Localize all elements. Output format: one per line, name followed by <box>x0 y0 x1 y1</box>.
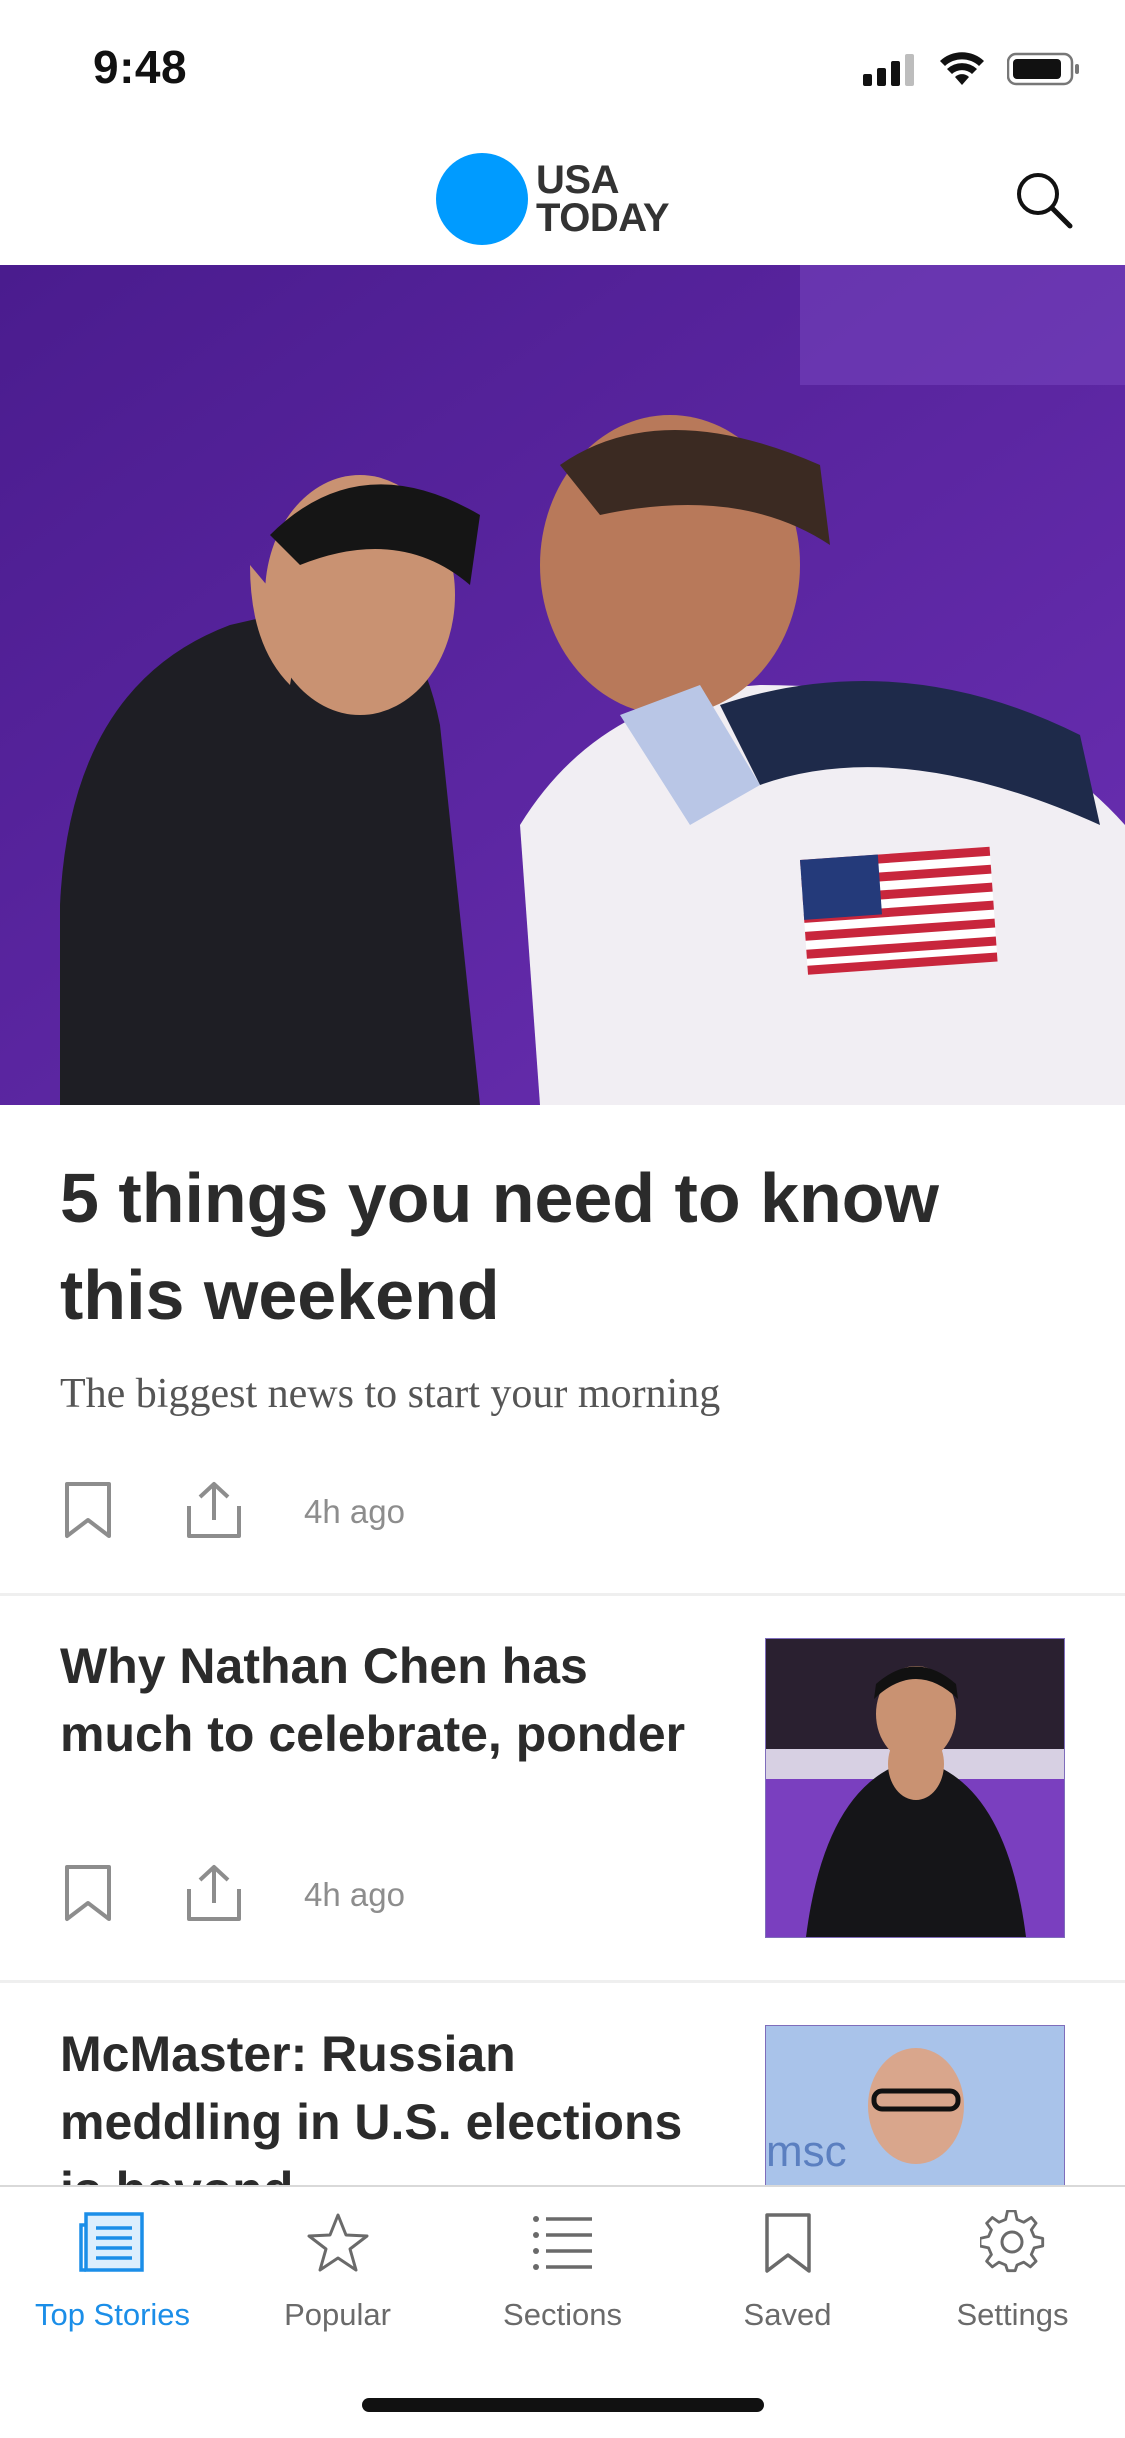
thumbnail-text: msc <box>766 2127 847 2176</box>
gear-icon <box>977 2207 1049 2279</box>
hero-headline[interactable]: 5 things you need to know this weekend <box>60 1150 1080 1344</box>
wifi-icon <box>939 52 985 91</box>
tab-top-stories[interactable]: Top Stories <box>0 2207 225 2333</box>
tab-label: Sections <box>503 2297 622 2332</box>
bookmark-icon <box>63 1480 113 1545</box>
bookmark-icon <box>752 2207 824 2279</box>
hero-bookmark-button[interactable] <box>58 1480 118 1544</box>
search-button[interactable] <box>1011 167 1077 233</box>
bookmark-icon <box>63 1863 113 1928</box>
story-share-button[interactable] <box>184 1863 244 1927</box>
newspaper-icon <box>77 2207 149 2279</box>
hero-actions: 4h ago <box>58 1480 405 1544</box>
story-actions: 4h ago <box>58 1863 405 1927</box>
divider <box>0 1980 1125 1983</box>
story-title[interactable]: Why Nathan Chen has much to celebrate, p… <box>60 1632 700 1768</box>
logo-line-today: TODAY <box>536 196 670 240</box>
story-bookmark-button[interactable] <box>58 1863 118 1927</box>
hero-story-image[interactable] <box>0 265 1125 1105</box>
battery-icon <box>1006 52 1081 91</box>
app-header: USA TODAY <box>0 135 1125 266</box>
logo-circle <box>436 153 528 245</box>
status-time: 9:48 <box>93 41 188 93</box>
status-icons <box>863 52 1081 91</box>
logo-text: USA TODAY <box>536 158 670 240</box>
hero-photo <box>0 265 1125 1105</box>
status-bar: 9:48 <box>0 0 1125 135</box>
story-thumbnail[interactable] <box>765 1638 1065 1938</box>
tab-label: Settings <box>956 2297 1069 2332</box>
hero-share-button[interactable] <box>184 1480 244 1544</box>
home-indicator[interactable] <box>362 2398 764 2412</box>
story-time-ago: 4h ago <box>304 1876 405 1913</box>
usa-today-logo[interactable]: USA TODAY <box>436 153 670 245</box>
divider <box>0 1593 1125 1596</box>
tab-sections[interactable]: Sections <box>450 2207 675 2333</box>
star-icon <box>302 2207 374 2279</box>
story-thumbnail-image <box>766 1639 1064 1937</box>
tab-label: Top Stories <box>34 2297 191 2332</box>
tab-saved[interactable]: Saved <box>675 2207 900 2333</box>
logo-line-usa: USA <box>536 158 619 202</box>
tab-settings[interactable]: Settings <box>900 2207 1125 2333</box>
share-icon <box>185 1480 243 1545</box>
tab-label: Popular <box>284 2297 391 2332</box>
share-icon <box>185 1863 243 1928</box>
list-icon <box>527 2207 599 2279</box>
hero-time-ago: 4h ago <box>304 1493 405 1530</box>
tab-label: Saved <box>743 2297 832 2332</box>
search-icon <box>1011 173 1077 237</box>
hero-subtitle: The biggest news to start your morning <box>60 1371 721 1417</box>
cellular-signal-icon <box>863 52 917 91</box>
tab-popular[interactable]: Popular <box>225 2207 450 2333</box>
